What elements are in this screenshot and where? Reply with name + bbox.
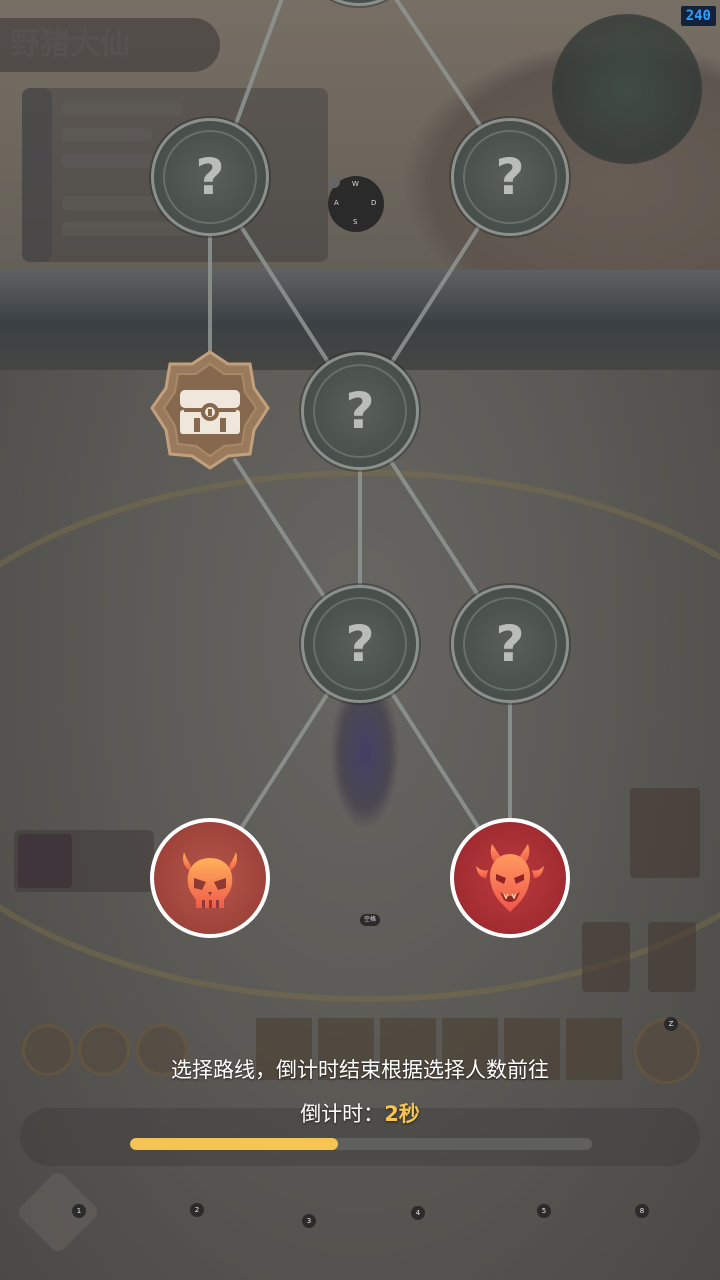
compass-left-label: A: [334, 199, 339, 207]
question-mark-icon: ?: [345, 382, 375, 440]
route-link: [394, 0, 492, 142]
route-link: [228, 0, 284, 142]
countdown-text: 倒计时：2秒: [0, 1098, 720, 1128]
route-link: [388, 458, 482, 600]
route-node-unknown[interactable]: ?: [151, 118, 269, 236]
movement-compass: W A D S: [328, 176, 384, 232]
route-node-unknown[interactable]: ?: [301, 352, 419, 470]
compass-up-label: W: [352, 180, 359, 188]
question-mark-icon: ?: [495, 615, 525, 673]
countdown-value: 2秒: [384, 1102, 420, 1126]
route-node-unknown[interactable]: ?: [451, 585, 569, 703]
question-mark-icon: ?: [195, 148, 225, 206]
route-link: [238, 688, 332, 832]
route-node-boss[interactable]: [450, 818, 570, 938]
question-mark-icon: ?: [495, 148, 525, 206]
route-link: [233, 458, 327, 600]
demon-mask-icon: [476, 844, 544, 912]
compass-down-label: S: [353, 218, 358, 226]
treasure-chest-icon: [150, 350, 270, 470]
route-link: [388, 688, 482, 832]
countdown-label: 倒计时：: [300, 1102, 385, 1126]
compass-center: [328, 176, 340, 188]
route-node-unknown[interactable]: ?: [301, 585, 419, 703]
countdown-progress-fill: [130, 1138, 338, 1150]
route-node-elite[interactable]: [150, 818, 270, 938]
compass-right-label: D: [371, 199, 377, 207]
countdown-progress-bar: [130, 1138, 592, 1150]
question-mark-icon: ?: [345, 615, 375, 673]
route-node-treasure[interactable]: [150, 350, 270, 470]
route-instruction: 选择路线，倒计时结束根据选择人数前往: [171, 1058, 549, 1082]
route-link: [238, 223, 332, 367]
route-link: [388, 223, 482, 367]
route-node-unknown[interactable]: ?: [451, 118, 569, 236]
horned-skull-icon: [183, 852, 237, 908]
